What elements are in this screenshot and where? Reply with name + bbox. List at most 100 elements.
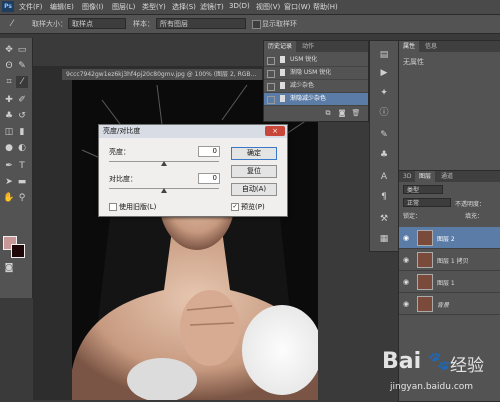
- legacy-checkbox[interactable]: [109, 203, 117, 211]
- menu-select[interactable]: 选择(S): [172, 2, 196, 12]
- eyedropper-icon[interactable]: ⁄: [6, 18, 18, 30]
- history-item-selected[interactable]: 渐隐减少杂色: [264, 93, 368, 106]
- background-color-swatch[interactable]: [11, 244, 25, 258]
- menu-view[interactable]: 视图(V): [256, 2, 280, 12]
- camera-icon[interactable]: ◙: [336, 107, 348, 119]
- layers-panel-tabs: 3D 图层 通道: [399, 171, 500, 182]
- quick-select-icon[interactable]: ✎: [16, 60, 28, 72]
- crop-tool-icon[interactable]: ⌗: [3, 76, 15, 88]
- zoom-tool-icon[interactable]: ⚲: [16, 192, 28, 204]
- layer-row[interactable]: ◉ 背景: [399, 293, 500, 315]
- path-select-icon[interactable]: ➤: [3, 176, 15, 188]
- pen-tool-icon[interactable]: ✒: [3, 160, 15, 172]
- menu-image[interactable]: 图像(I): [82, 2, 104, 12]
- preview-checkbox[interactable]: ✓: [231, 203, 239, 211]
- eye-icon[interactable]: ◉: [403, 234, 409, 242]
- quick-mask-icon[interactable]: ◙: [3, 262, 15, 274]
- menu-window[interactable]: 窗口(W): [284, 2, 310, 12]
- clone-source-icon[interactable]: ♣: [378, 149, 390, 161]
- brightness-input[interactable]: 0: [198, 146, 220, 157]
- history-item-label: 减少杂色: [290, 82, 315, 89]
- tab-properties[interactable]: 属性: [399, 41, 420, 52]
- menu-file[interactable]: 文件(F): [19, 2, 43, 12]
- adjustments-icon[interactable]: ✦: [378, 87, 390, 99]
- dialog-title-bar[interactable]: 亮度/对比度: [99, 125, 287, 138]
- history-item[interactable]: 减少杂色: [264, 80, 368, 93]
- marquee-tool-icon[interactable]: ▭: [16, 44, 28, 56]
- blur-tool-icon[interactable]: ●: [3, 142, 15, 154]
- history-brush-icon[interactable]: ↺: [16, 110, 28, 122]
- history-checkbox[interactable]: [267, 57, 275, 65]
- brush-preset-icon[interactable]: ✎: [378, 129, 390, 141]
- eye-icon[interactable]: ◉: [403, 300, 409, 308]
- healing-brush-icon[interactable]: ✚: [3, 94, 15, 106]
- tab-channels[interactable]: 通道: [437, 171, 457, 182]
- menu-filter[interactable]: 滤镜(T): [200, 2, 224, 12]
- eye-icon[interactable]: ◉: [403, 256, 409, 264]
- history-checkbox[interactable]: [267, 96, 275, 104]
- gradient-tool-icon[interactable]: ▮: [16, 126, 28, 138]
- reset-button[interactable]: 复位: [231, 165, 277, 178]
- sample-select[interactable]: 所有图层: [156, 18, 246, 29]
- blend-mode-value: 正常: [407, 200, 420, 207]
- history-panel-icon[interactable]: ▤: [378, 49, 390, 61]
- brush-tool-icon[interactable]: ✐: [16, 94, 28, 106]
- eyedropper-tool-icon[interactable]: ⁄: [16, 76, 28, 88]
- history-item-label: USM 锐化: [290, 56, 318, 63]
- tab-actions[interactable]: 动作: [298, 41, 318, 52]
- history-checkbox[interactable]: [267, 70, 275, 78]
- clone-stamp-icon[interactable]: ♣: [3, 110, 15, 122]
- sample-size-select[interactable]: 取样点: [68, 18, 126, 29]
- opacity-label: 不透明度：: [455, 201, 486, 208]
- history-checkbox[interactable]: [267, 83, 275, 91]
- eye-icon[interactable]: ◉: [403, 278, 409, 286]
- new-snapshot-icon[interactable]: ⧉: [322, 107, 334, 119]
- ok-button[interactable]: 确定: [231, 147, 277, 160]
- shape-tool-icon[interactable]: ▬: [16, 176, 28, 188]
- character-icon[interactable]: A: [378, 171, 390, 183]
- paragraph-icon[interactable]: ¶: [378, 191, 390, 203]
- menu-help[interactable]: 帮助(H): [313, 2, 338, 12]
- menu-layer[interactable]: 图层(L): [112, 2, 135, 12]
- sample-size-label: 取样大小：: [32, 20, 67, 28]
- auto-button[interactable]: 自动(A): [231, 183, 277, 196]
- blend-mode-select[interactable]: 正常: [403, 198, 451, 207]
- play-actions-icon[interactable]: ▶: [378, 67, 390, 79]
- layer-name: 图层 1: [437, 280, 455, 287]
- preview-label: 预览(P): [241, 203, 265, 211]
- tab-layers[interactable]: 图层: [415, 171, 436, 182]
- contrast-input[interactable]: 0: [198, 173, 220, 184]
- lasso-tool-icon[interactable]: ʘ: [3, 60, 15, 72]
- info-icon[interactable]: ⓘ: [378, 107, 390, 119]
- layer-row-selected[interactable]: ◉ 图层 2: [399, 227, 500, 249]
- tool-presets-icon[interactable]: ⚒: [378, 213, 390, 225]
- dialog-title: 亮度/对比度: [103, 127, 141, 135]
- show-ring-checkbox[interactable]: [252, 20, 261, 29]
- dialog-close-button[interactable]: ×: [265, 126, 285, 136]
- tab-info[interactable]: 信息: [421, 41, 441, 52]
- menu-type[interactable]: 类型(Y): [142, 2, 166, 12]
- layer-row[interactable]: ◉ 图层 1 拷贝: [399, 249, 500, 271]
- layer-row[interactable]: ◉ 图层 1: [399, 271, 500, 293]
- history-item[interactable]: USM 锐化: [264, 54, 368, 67]
- layer-kind-filter[interactable]: 类型: [403, 185, 443, 194]
- tab-3d[interactable]: 3D: [399, 171, 415, 182]
- dodge-tool-icon[interactable]: ◐: [16, 142, 28, 154]
- history-panel-tabs: 历史记录 动作: [264, 41, 368, 52]
- menu-edit[interactable]: 编辑(E): [50, 2, 74, 12]
- sample-size-value: 取样点: [72, 20, 93, 28]
- tab-history[interactable]: 历史记录: [264, 41, 297, 52]
- type-tool-icon[interactable]: T: [16, 160, 28, 172]
- swatches-icon[interactable]: ▦: [378, 233, 390, 245]
- hand-tool-icon[interactable]: ✋: [3, 192, 15, 204]
- move-tool-icon[interactable]: ✥: [3, 44, 15, 56]
- layer-thumbnail: [417, 230, 433, 246]
- brightness-slider-thumb[interactable]: [161, 161, 167, 166]
- history-item[interactable]: 渐隐 USM 锐化: [264, 67, 368, 80]
- eraser-tool-icon[interactable]: ◫: [3, 126, 15, 138]
- document-tab[interactable]: 9ccc7942gw1ez6kj3hf4pj20c80gmv.jpg @ 100…: [62, 69, 262, 80]
- trash-icon[interactable]: 🗑: [350, 107, 362, 119]
- panel-icon-strip: ▤ ▶ ✦ ⓘ ✎ ♣ A ¶ ⚒ ▦: [369, 40, 399, 252]
- menu-3d[interactable]: 3D(D): [229, 2, 250, 10]
- contrast-slider-thumb[interactable]: [161, 188, 167, 193]
